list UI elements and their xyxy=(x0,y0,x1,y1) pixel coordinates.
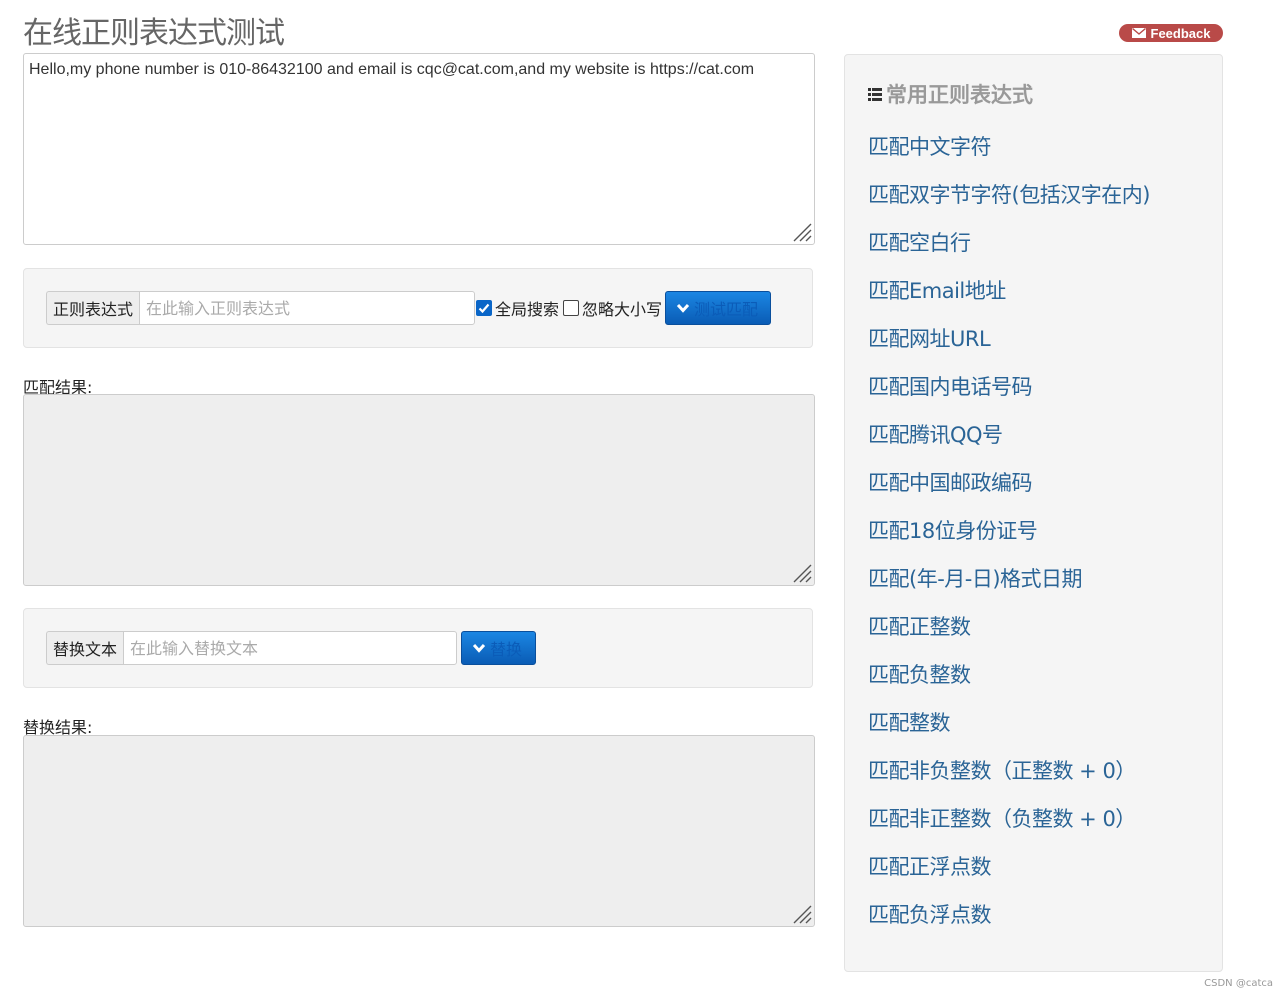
regex-options: 全局搜索 忽略大小写 xyxy=(476,291,662,325)
watermark: CSDN @catca xyxy=(1204,978,1273,989)
regex-link[interactable]: 匹配负整数 xyxy=(868,659,1150,707)
regex-link[interactable]: 匹配18位身份证号 xyxy=(868,515,1150,563)
test-match-label: 测试匹配 xyxy=(694,300,759,319)
match-result-textarea[interactable] xyxy=(23,394,815,586)
regex-link[interactable]: 匹配非负整数（正整数 + 0） xyxy=(868,755,1150,803)
sidebar-heading: 常用正则表达式 xyxy=(868,79,1033,109)
regex-link[interactable]: 匹配非正整数（负整数 + 0） xyxy=(868,803,1150,851)
regex-link[interactable]: 匹配Email地址 xyxy=(868,275,1150,323)
regex-link[interactable]: 匹配负浮点数 xyxy=(868,899,1150,947)
regex-input[interactable] xyxy=(139,291,476,325)
regex-link[interactable]: 匹配腾讯QQ号 xyxy=(868,419,1150,467)
replace-button[interactable]: 替换 xyxy=(461,631,536,665)
regex-link[interactable]: 匹配正浮点数 xyxy=(868,851,1150,899)
replace-label: 替换 xyxy=(490,640,523,659)
regex-addon-label: 正则表达式 xyxy=(46,291,140,325)
regex-link[interactable]: 匹配国内电话号码 xyxy=(868,371,1150,419)
regex-link[interactable]: 匹配中国邮政编码 xyxy=(868,467,1150,515)
replace-input-group: 替换文本 xyxy=(46,631,458,665)
chevron-down-icon xyxy=(676,303,690,313)
global-search-checkbox[interactable] xyxy=(476,300,492,316)
regex-link[interactable]: 匹配空白行 xyxy=(868,227,1150,275)
replace-result-textarea[interactable] xyxy=(23,735,815,927)
ignore-case-label: 忽略大小写 xyxy=(582,300,663,319)
page-title: 在线正则表达式测试 xyxy=(23,16,285,51)
regex-link[interactable]: 匹配中文字符 xyxy=(868,131,1150,179)
replace-addon-label: 替换文本 xyxy=(46,631,124,665)
regex-link[interactable]: 匹配整数 xyxy=(868,707,1150,755)
test-match-button[interactable]: 测试匹配 xyxy=(665,291,771,325)
regex-link[interactable]: 匹配(年-月-日)格式日期 xyxy=(868,563,1150,611)
regex-input-group: 正则表达式 xyxy=(46,291,476,325)
regex-link[interactable]: 匹配正整数 xyxy=(868,611,1150,659)
regex-link[interactable]: 匹配网址URL xyxy=(868,323,1150,371)
common-regex-sidebar: 常用正则表达式 匹配中文字符 匹配双字节字符(包括汉字在内) 匹配空白行 匹配E… xyxy=(844,54,1223,972)
feedback-label: Feedback xyxy=(1150,25,1211,41)
check-icon xyxy=(478,303,490,314)
regex-link[interactable]: 匹配双字节字符(包括汉字在内) xyxy=(868,179,1150,227)
list-icon xyxy=(868,87,882,101)
sidebar-heading-text: 常用正则表达式 xyxy=(886,83,1033,107)
global-search-label: 全局搜索 xyxy=(495,300,560,319)
replace-input[interactable] xyxy=(123,631,458,665)
regex-link-list: 匹配中文字符 匹配双字节字符(包括汉字在内) 匹配空白行 匹配Email地址 匹… xyxy=(868,131,1150,947)
ignore-case-checkbox[interactable] xyxy=(563,300,580,316)
chevron-down-icon xyxy=(472,643,486,653)
replace-form: 替换文本 替换 xyxy=(23,608,813,688)
source-textarea[interactable]: Hello,my phone number is 010-86432100 an… xyxy=(23,53,815,245)
feedback-button[interactable]: Feedback xyxy=(1119,24,1223,42)
envelope-icon xyxy=(1131,28,1146,38)
regex-form: 正则表达式 全局搜索 忽略大小写 测试匹配 xyxy=(23,268,813,348)
